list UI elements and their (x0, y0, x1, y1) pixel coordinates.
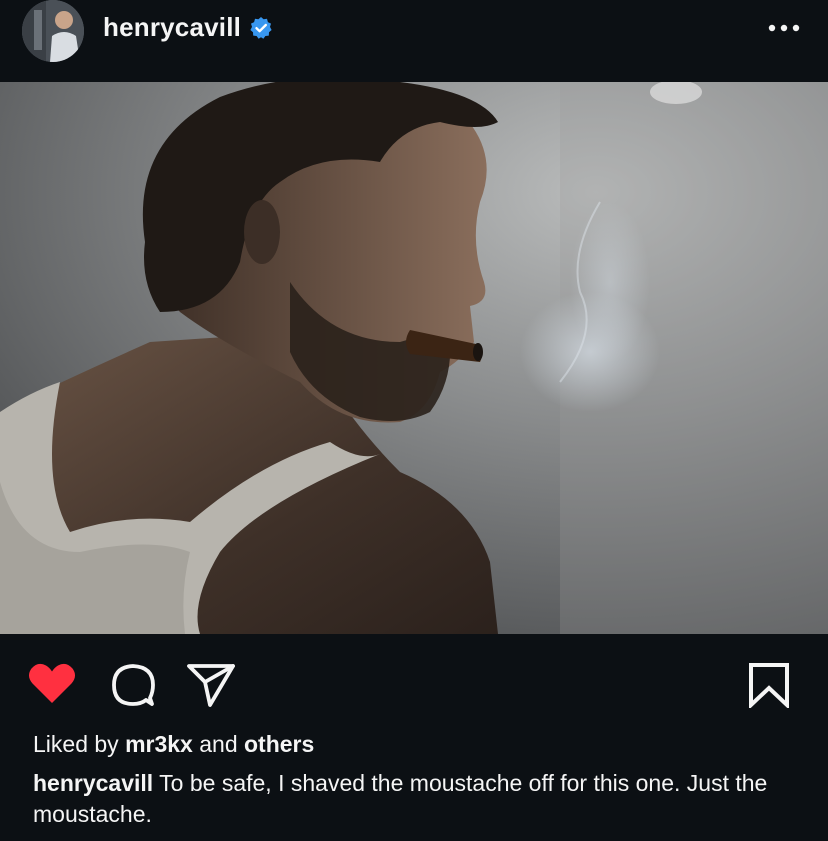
bookmark-icon[interactable] (748, 662, 790, 708)
avatar-image (22, 0, 84, 62)
post-actions (0, 634, 828, 729)
caption-username[interactable]: henrycavill (33, 770, 153, 796)
avatar[interactable] (22, 0, 84, 62)
comment-icon[interactable] (110, 662, 156, 708)
likes-others-link[interactable]: others (244, 731, 314, 757)
likes-joiner: and (199, 731, 238, 757)
verified-badge-icon (250, 17, 272, 39)
liked-by-user-link[interactable]: mr3kx (125, 731, 193, 757)
more-options-icon[interactable] (766, 18, 802, 38)
likes-line: Liked by mr3kx and others (33, 731, 314, 758)
heart-filled-icon[interactable] (28, 662, 76, 704)
post-header: henrycavill (0, 0, 828, 82)
send-icon[interactable] (186, 662, 236, 708)
post-image (0, 82, 828, 634)
post-photo[interactable] (0, 82, 828, 634)
likes-prefix: Liked by (33, 731, 119, 757)
post-caption: henrycavill To be safe, I shaved the mou… (33, 768, 813, 830)
post-username[interactable]: henrycavill (103, 12, 241, 43)
